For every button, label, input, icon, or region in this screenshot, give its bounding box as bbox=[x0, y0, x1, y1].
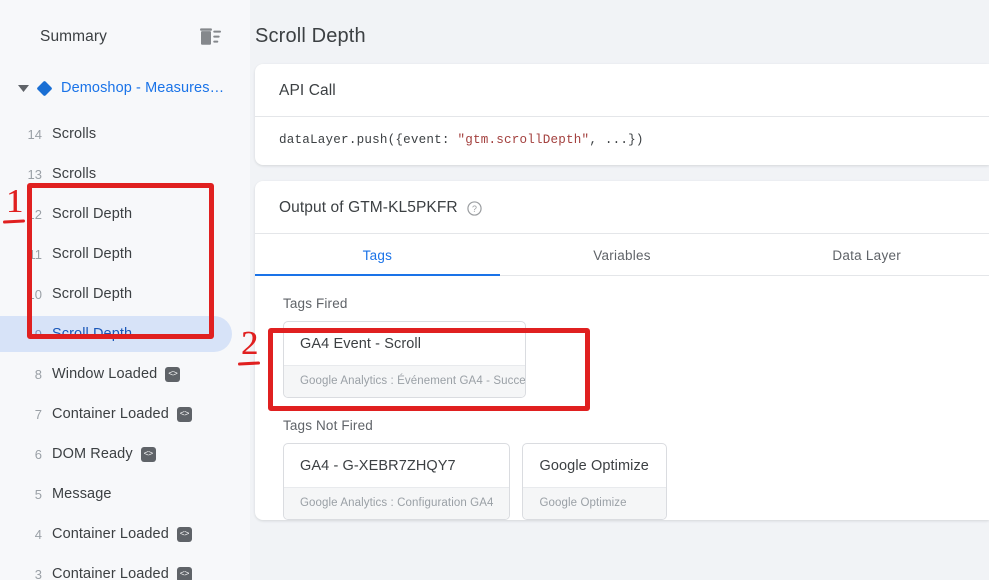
event-label: Container Loaded bbox=[52, 566, 169, 580]
event-label: Container Loaded bbox=[52, 406, 169, 422]
output-card: Output of GTM-KL5PKFR ? TagsVariablesDat… bbox=[255, 181, 989, 520]
event-index: 4 bbox=[20, 527, 42, 542]
tag-card-subtitle: Google Optimize bbox=[523, 487, 666, 519]
event-label: DOM Ready bbox=[52, 446, 133, 462]
output-heading-row: Output of GTM-KL5PKFR ? bbox=[255, 181, 989, 234]
event-row[interactable]: 12Scroll Depth bbox=[0, 194, 250, 234]
code-suffix: , ...}) bbox=[589, 133, 643, 147]
event-index: 3 bbox=[20, 567, 42, 580]
blue-diamond-icon bbox=[36, 80, 53, 97]
help-circle-icon-svg: ? bbox=[467, 201, 482, 216]
event-label: Scroll Depth bbox=[52, 206, 132, 222]
api-call-heading: API Call bbox=[255, 64, 989, 117]
event-row[interactable]: 10 Scroll Depth bbox=[0, 274, 250, 314]
event-row[interactable]: 4 Container Loaded <> bbox=[0, 514, 250, 554]
event-label: Scrolls bbox=[52, 126, 96, 142]
tab-tags[interactable]: Tags bbox=[255, 234, 500, 275]
code-icon[interactable]: <> bbox=[177, 567, 192, 580]
code-icon[interactable]: <> bbox=[141, 447, 156, 462]
caret-down-icon[interactable] bbox=[14, 79, 32, 97]
code-icon[interactable]: <> bbox=[177, 407, 192, 422]
event-label: Scroll Depth bbox=[52, 286, 132, 302]
sidebar-header: Summary bbox=[0, 0, 250, 54]
gtm-preview-window: Summary De bbox=[0, 0, 989, 580]
event-index: 13 bbox=[20, 167, 42, 182]
event-label: Window Loaded bbox=[52, 366, 157, 382]
svg-text:?: ? bbox=[472, 203, 477, 213]
caret-down-icon-svg bbox=[18, 85, 29, 92]
tag-card-title: GA4 - G-XEBR7ZHQY7 bbox=[284, 444, 509, 487]
event-index: 8 bbox=[20, 367, 42, 382]
summary-title: Summary bbox=[40, 28, 107, 46]
tag-card[interactable]: GA4 - G-XEBR7ZHQY7Google Analytics : Con… bbox=[283, 443, 510, 520]
container-name: Demoshop - Measures… bbox=[61, 80, 224, 96]
event-label: Scrolls bbox=[52, 166, 96, 182]
code-prefix: dataLayer.push({event: bbox=[279, 133, 457, 147]
annotation-number-1: 1 bbox=[6, 185, 23, 219]
api-call-card: API Call dataLayer.push({event: "gtm.scr… bbox=[255, 64, 989, 165]
tag-card-subtitle: Google Analytics : Événement GA4 - Succe… bbox=[284, 365, 525, 397]
tag-card-title: GA4 Event - Scroll bbox=[284, 322, 525, 365]
page-title: Scroll Depth bbox=[250, 0, 989, 48]
event-label: Scroll Depth bbox=[52, 246, 132, 262]
output-heading: Output of GTM-KL5PKFR bbox=[279, 199, 458, 217]
event-row[interactable]: 9 Scroll Depth bbox=[0, 314, 250, 354]
tags-fired-label: Tags Fired bbox=[255, 276, 989, 321]
trash-icon[interactable] bbox=[200, 27, 222, 47]
annotation-number-2: 2 bbox=[241, 327, 258, 361]
event-row[interactable]: 11 Scroll Depth bbox=[0, 234, 250, 274]
event-index: 14 bbox=[20, 127, 42, 142]
event-summary-sidebar: Summary De bbox=[0, 0, 250, 580]
trash-icon-svg bbox=[200, 27, 222, 47]
event-row[interactable]: 7 Container Loaded <> bbox=[0, 394, 250, 434]
main-panel: Scroll Depth API Call dataLayer.push({ev… bbox=[250, 0, 989, 580]
event-index: 6 bbox=[20, 447, 42, 462]
tag-card-subtitle: Google Analytics : Configuration GA4 bbox=[284, 487, 509, 519]
tag-card-title: Google Optimize bbox=[523, 444, 666, 487]
event-row[interactable]: 5 Message bbox=[0, 474, 250, 514]
tags-not-fired-label: Tags Not Fired bbox=[255, 398, 989, 443]
code-string: "gtm.scrollDepth" bbox=[457, 133, 589, 147]
api-call-code: dataLayer.push({event: "gtm.scrollDepth"… bbox=[255, 117, 989, 165]
event-label: Message bbox=[52, 486, 112, 502]
output-tabs: TagsVariablesData Layer bbox=[255, 234, 989, 276]
event-index: 10 bbox=[20, 287, 42, 302]
tag-card[interactable]: Google OptimizeGoogle Optimize bbox=[522, 443, 667, 520]
event-row[interactable]: 8 Window Loaded <> bbox=[0, 354, 250, 394]
tab-data-layer[interactable]: Data Layer bbox=[744, 234, 989, 275]
event-label: Scroll Depth bbox=[52, 326, 132, 342]
event-row[interactable]: 3 Container Loaded <> bbox=[0, 554, 250, 580]
tab-variables[interactable]: Variables bbox=[500, 234, 745, 275]
event-row[interactable]: 13 Scrolls bbox=[0, 154, 250, 194]
event-row[interactable]: 14 Scrolls bbox=[0, 114, 250, 154]
code-icon[interactable]: <> bbox=[165, 367, 180, 382]
event-index: 11 bbox=[20, 247, 42, 262]
tags-fired-grid: GA4 Event - ScrollGoogle Analytics : Évé… bbox=[255, 321, 989, 398]
event-index: 5 bbox=[20, 487, 42, 502]
container-row[interactable]: Demoshop - Measures… bbox=[0, 70, 250, 106]
event-index: 9 bbox=[20, 327, 42, 342]
event-list: 14Scrolls13Scrolls12Scroll Depth11Scroll… bbox=[0, 114, 250, 580]
tag-card[interactable]: GA4 Event - ScrollGoogle Analytics : Évé… bbox=[283, 321, 526, 398]
event-label: Container Loaded bbox=[52, 526, 169, 542]
tags-not-fired-grid: GA4 - G-XEBR7ZHQY7Google Analytics : Con… bbox=[255, 443, 989, 520]
blue-diamond-icon-svg bbox=[36, 80, 53, 97]
help-circle-icon[interactable]: ? bbox=[458, 201, 482, 216]
event-row[interactable]: 6 DOM Ready <> bbox=[0, 434, 250, 474]
event-index: 7 bbox=[20, 407, 42, 422]
code-icon[interactable]: <> bbox=[177, 527, 192, 542]
